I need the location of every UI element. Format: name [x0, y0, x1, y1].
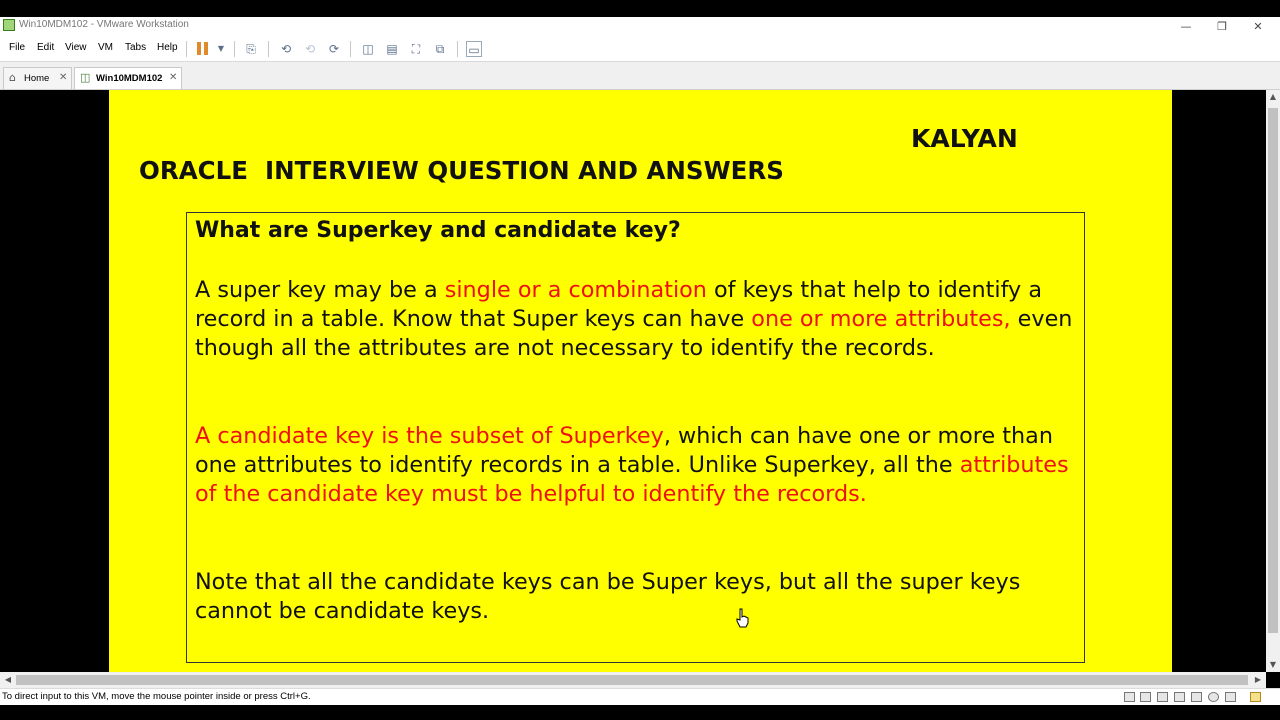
- network-adapter-icon[interactable]: [1157, 692, 1168, 702]
- horizontal-scroll-thumb[interactable]: [16, 675, 1248, 685]
- window-title: Win10MDM102 - VMware Workstation: [19, 19, 189, 30]
- pause-icon[interactable]: [197, 42, 208, 55]
- vmware-app-icon: [3, 19, 15, 31]
- menu-view[interactable]: View: [65, 42, 87, 53]
- highlight-run: A candidate key is the subset of Superke…: [195, 423, 664, 449]
- camera-icon[interactable]: [1208, 692, 1219, 702]
- menu-file[interactable]: File: [9, 42, 25, 53]
- toolbar-separator: [350, 41, 351, 57]
- vertical-scrollbar[interactable]: ▲ ▼: [1266, 90, 1280, 672]
- status-message: To direct input to this VM, move the mou…: [2, 691, 311, 702]
- paragraph-superkey: A super key may be a single or a combina…: [195, 276, 1080, 364]
- restore-icon[interactable]: ❐: [1204, 17, 1240, 36]
- cd-drive-icon[interactable]: [1140, 692, 1151, 702]
- usb-icon[interactable]: [1174, 692, 1185, 702]
- scroll-down-icon[interactable]: ▼: [1266, 660, 1280, 669]
- console-view-icon[interactable]: ▭: [466, 41, 482, 57]
- menu-tabs[interactable]: Tabs: [125, 42, 146, 53]
- thumbnail-bar-icon[interactable]: ▤: [384, 41, 400, 57]
- tab-home-label: Home: [24, 73, 50, 84]
- bottom-letterbox: [0, 705, 1280, 720]
- close-tab-icon[interactable]: ✕: [59, 72, 67, 83]
- menu-toolbar: File Edit View VM Tabs Help ▼ ⎘ ⟲ ⟲ ⟳ ◫ …: [0, 36, 1280, 62]
- snapshot-manager-icon[interactable]: ⟳: [326, 41, 342, 57]
- top-letterbox: [0, 0, 1280, 17]
- slide-title: ORACLE INTERVIEW QUESTION AND ANSWERS: [139, 156, 784, 185]
- minimize-icon[interactable]: —: [1168, 17, 1204, 36]
- menu-help[interactable]: Help: [157, 42, 178, 53]
- vm-icon: ◫: [80, 71, 91, 84]
- sound-card-icon[interactable]: [1191, 692, 1202, 702]
- display-icon[interactable]: [1225, 692, 1236, 702]
- paragraph-note: Note that all the candidate keys can be …: [195, 569, 1021, 625]
- toolbar-separator: [186, 41, 187, 57]
- library-icon[interactable]: ◫: [360, 41, 376, 57]
- scroll-up-icon[interactable]: ▲: [1266, 92, 1280, 101]
- chevron-down-icon[interactable]: ▼: [213, 41, 229, 57]
- toolbar-separator: [268, 41, 269, 57]
- message-log-icon[interactable]: [1250, 692, 1261, 702]
- paragraph-candidate-key: A candidate key is the subset of Superke…: [195, 422, 1080, 510]
- horizontal-scrollbar[interactable]: ◀ ▶: [0, 672, 1266, 688]
- author-name: KALYAN: [911, 124, 1018, 153]
- send-ctrl-alt-del-icon[interactable]: ⎘: [243, 41, 259, 57]
- scroll-right-icon[interactable]: ▶: [1251, 675, 1265, 684]
- text-run: A super key may be a: [195, 277, 445, 303]
- toolbar-separator: [457, 41, 458, 57]
- highlight-run: single or a combination: [444, 277, 707, 303]
- title-bar: Win10MDM102 - VMware Workstation — ❐ ✕: [0, 17, 1280, 36]
- hard-disk-icon[interactable]: [1124, 692, 1135, 702]
- tab-bar: ⌂ Home ✕ ◫ Win10MDM102 ✕: [0, 62, 1280, 90]
- fullscreen-icon[interactable]: ⛶: [408, 41, 424, 57]
- vertical-scroll-thumb[interactable]: [1268, 108, 1278, 633]
- status-bar: To direct input to this VM, move the mou…: [0, 688, 1280, 705]
- presentation-slide: KALYAN ORACLE INTERVIEW QUESTION AND ANS…: [109, 90, 1172, 672]
- answer-box: What are Superkey and candidate key? A s…: [186, 212, 1085, 663]
- toolbar-separator: [234, 41, 235, 57]
- revert-snapshot-icon: ⟲: [304, 42, 316, 56]
- snapshot-icon[interactable]: ⟲: [278, 41, 294, 57]
- unity-icon[interactable]: ⧉: [432, 41, 448, 57]
- menu-edit[interactable]: Edit: [37, 42, 54, 53]
- home-icon: ⌂: [9, 71, 16, 84]
- question-heading: What are Superkey and candidate key?: [195, 218, 681, 243]
- tab-win10mdm102[interactable]: ◫ Win10MDM102 ✕: [74, 67, 182, 89]
- menu-vm[interactable]: VM: [98, 42, 113, 53]
- close-window-icon[interactable]: ✕: [1240, 17, 1276, 36]
- hand-cursor-icon: [736, 608, 749, 628]
- tab-vm-label: Win10MDM102: [96, 73, 163, 84]
- scroll-left-icon[interactable]: ◀: [1, 675, 15, 684]
- vm-display[interactable]: KALYAN ORACLE INTERVIEW QUESTION AND ANS…: [0, 90, 1266, 672]
- tab-home[interactable]: ⌂ Home ✕: [3, 67, 72, 89]
- close-tab-icon[interactable]: ✕: [169, 72, 177, 83]
- highlight-run: one or more attributes,: [751, 306, 1011, 333]
